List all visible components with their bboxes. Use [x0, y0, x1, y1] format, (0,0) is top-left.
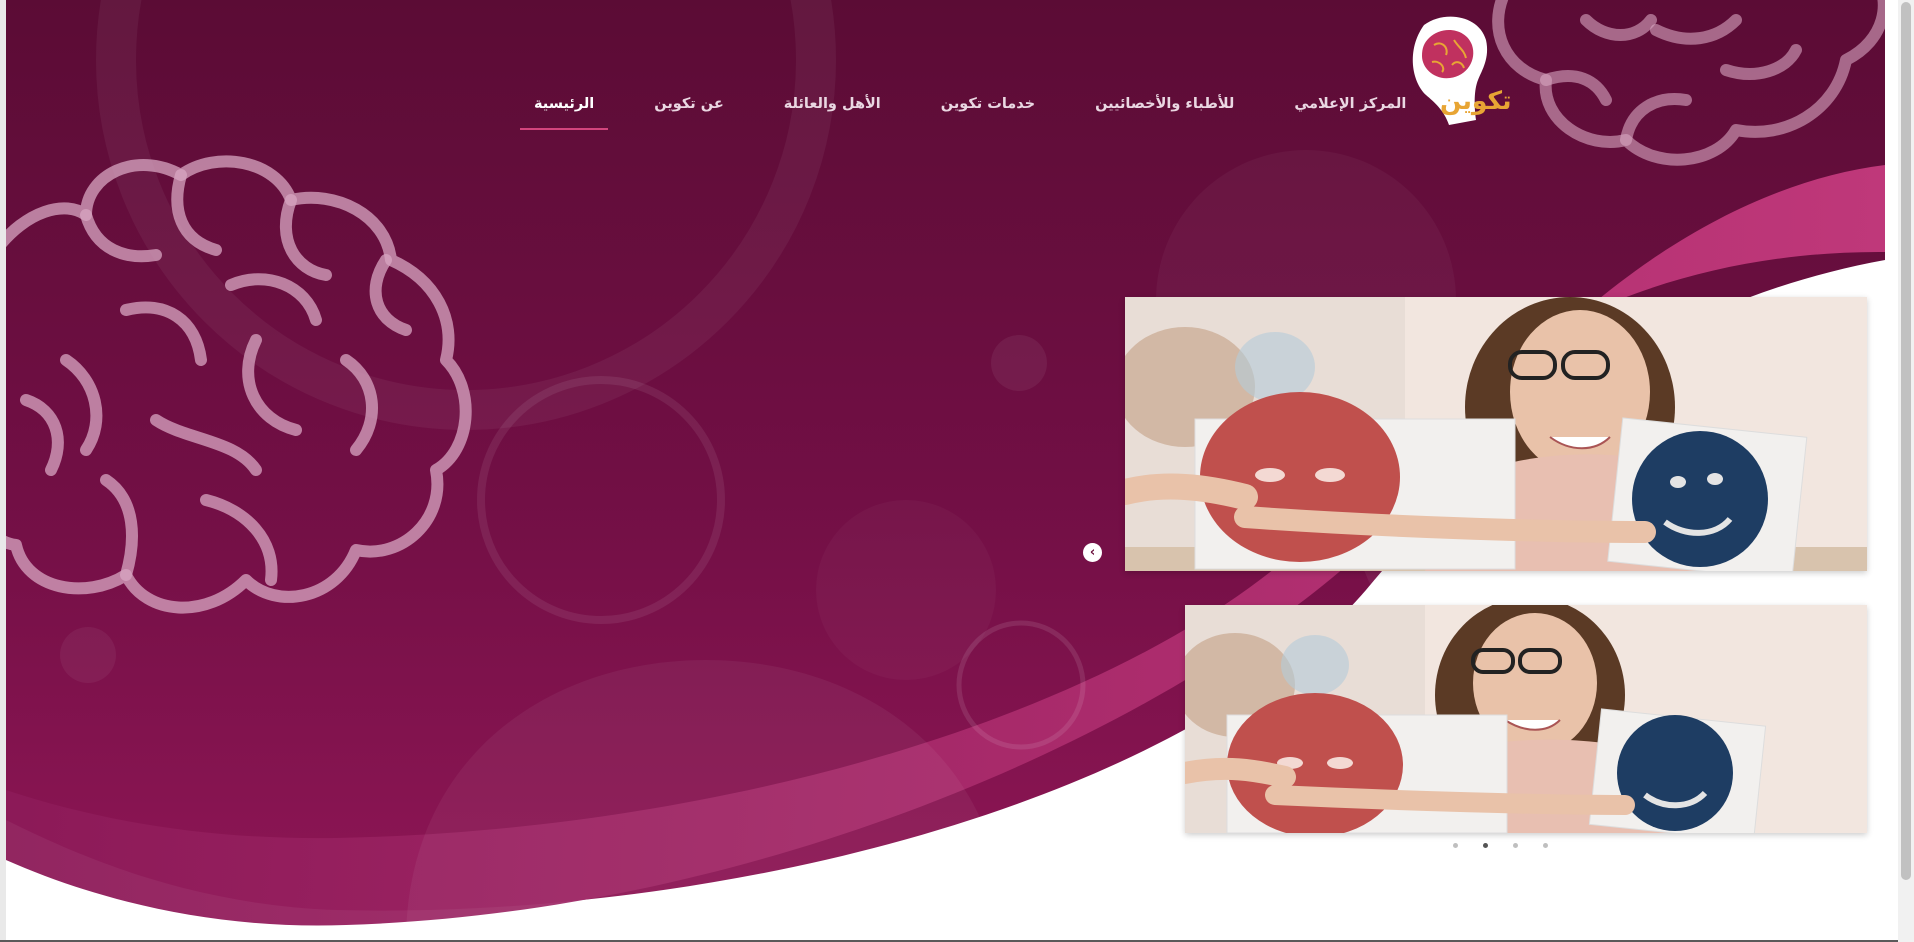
logo-text: تكوين — [1440, 86, 1512, 115]
therapist-with-emotion-cards-image — [1125, 297, 1867, 571]
scrollbar-thumb[interactable] — [1901, 2, 1911, 880]
nav-item-services[interactable]: خدمات تكوين — [927, 93, 1049, 115]
nav-item-doctors[interactable]: للأطباء والأخصائيين — [1081, 93, 1248, 115]
carousel-slide-image-secondary[interactable] — [1185, 605, 1867, 833]
main-navigation: الرئيسية عن تكوين الأهل والعائلة خدمات ت… — [520, 84, 1406, 130]
carousel-dot[interactable] — [1543, 843, 1548, 848]
carousel-prev-button[interactable]: ‹ — [1083, 543, 1102, 562]
logo[interactable]: تكوين — [1404, 10, 1514, 132]
carousel-dot-active[interactable] — [1483, 843, 1488, 848]
carousel-slide-image[interactable] — [1125, 297, 1867, 571]
chevron-left-icon: ‹ — [1089, 545, 1096, 560]
therapist-with-emotion-cards-image-secondary — [1185, 605, 1867, 833]
nav-item-family[interactable]: الأهل والعائلة — [770, 93, 895, 115]
carousel-dot[interactable] — [1453, 843, 1458, 848]
nav-item-media-center[interactable]: المركز الإعلامي — [1280, 93, 1420, 115]
vertical-scrollbar[interactable] — [1898, 0, 1914, 942]
nav-item-home[interactable]: الرئيسية — [520, 93, 609, 130]
carousel-dot[interactable] — [1513, 843, 1518, 848]
nav-item-about[interactable]: عن تكوين — [640, 93, 737, 115]
carousel-dots — [1453, 843, 1548, 848]
